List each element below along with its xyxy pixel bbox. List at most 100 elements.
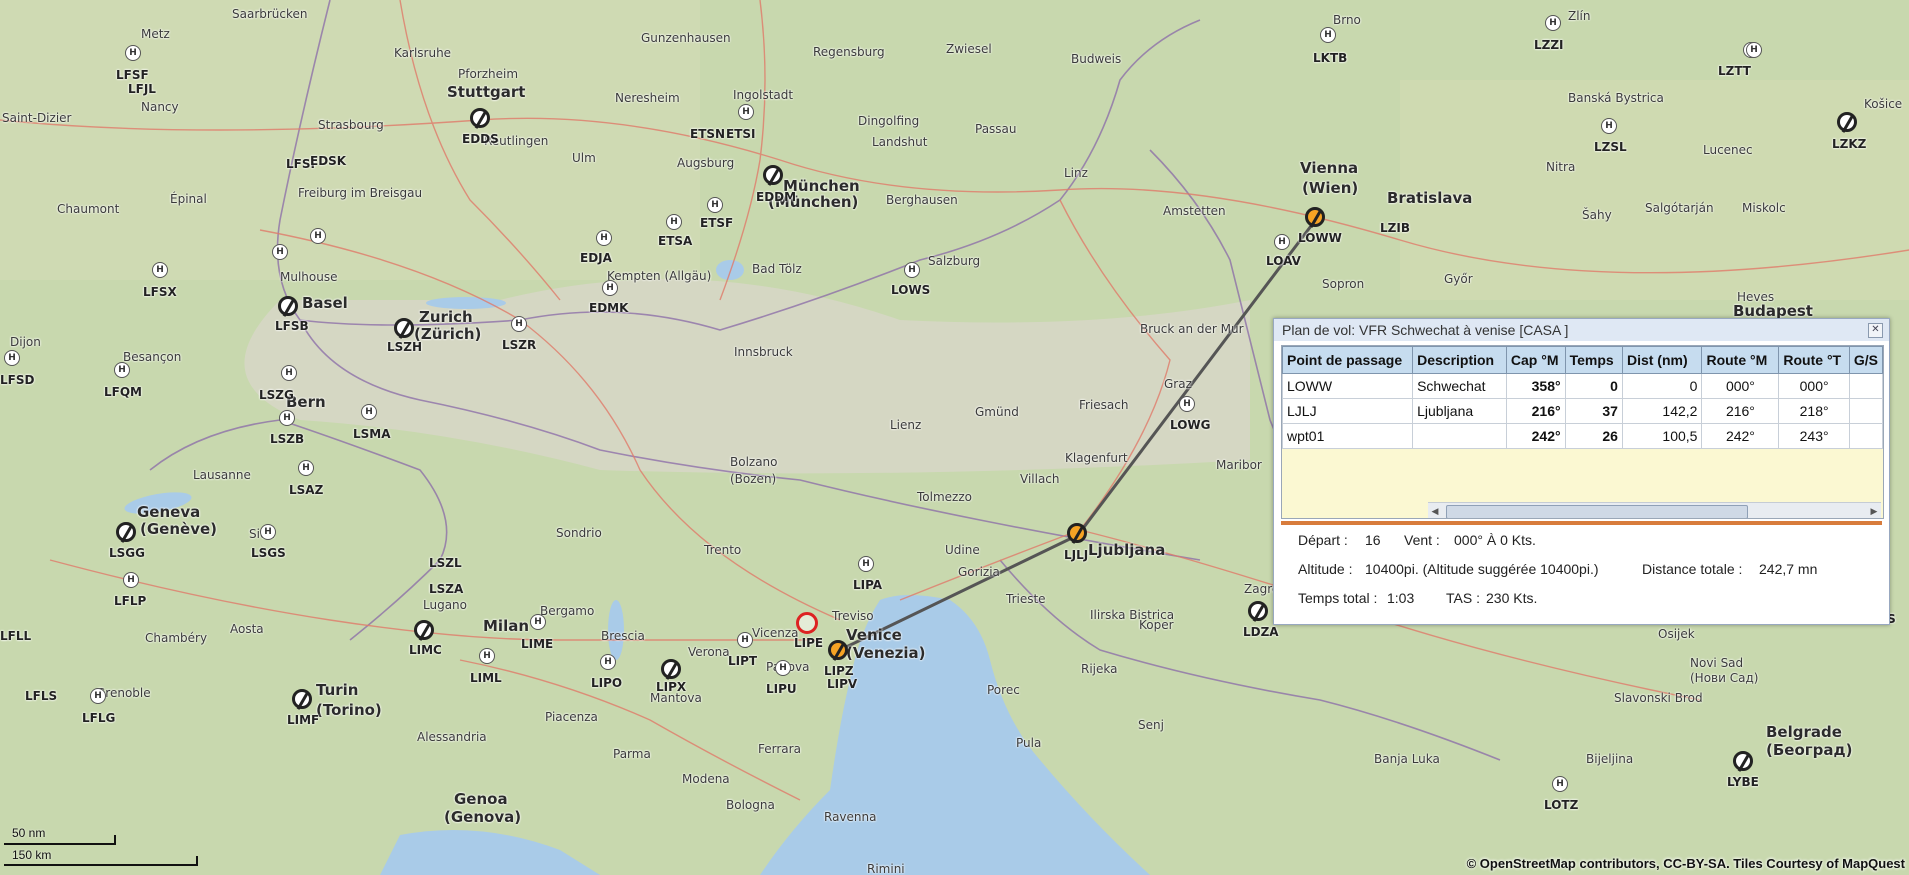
airport-code[interactable]: LIPE xyxy=(794,636,823,650)
scroll-right-icon[interactable]: ▶ xyxy=(1867,503,1881,518)
table-row[interactable]: LJLJ Ljubljana 216° 37 142,2 216° 218° xyxy=(1282,398,1883,424)
airport-code[interactable]: LYBE xyxy=(1727,775,1759,789)
airport-code[interactable]: ETSF xyxy=(700,216,733,230)
heliport-icon[interactable]: H xyxy=(114,362,130,378)
airport-code[interactable]: EDJA xyxy=(580,251,612,265)
heliport-icon[interactable]: H xyxy=(281,365,297,381)
heliport-icon[interactable]: H xyxy=(125,45,141,61)
airport-code[interactable]: LFQM xyxy=(104,385,142,399)
restricted-area-icon[interactable] xyxy=(796,612,818,634)
airport-code[interactable]: LSGG xyxy=(109,546,145,560)
airport-code[interactable]: LIPV xyxy=(827,677,857,691)
airport-code[interactable]: LIPA xyxy=(853,578,882,592)
cell-temps[interactable]: 37 xyxy=(1564,398,1623,424)
cell-description[interactable] xyxy=(1412,423,1507,449)
airport-code[interactable]: LOTZ xyxy=(1544,798,1578,812)
cell-cap[interactable]: 358° xyxy=(1505,373,1566,399)
heliport-icon[interactable]: H xyxy=(260,524,276,540)
airport-code[interactable]: LZKZ xyxy=(1832,137,1866,151)
airport-code[interactable]: LOWW xyxy=(1298,231,1342,245)
panel-title[interactable]: Plan de vol: VFR Schwechat à venise [CAS… xyxy=(1274,319,1889,341)
heliport-icon[interactable]: H xyxy=(4,350,20,366)
column-header[interactable]: Route °M xyxy=(1701,346,1780,374)
airport-code[interactable]: LSZB xyxy=(270,432,304,446)
horizontal-scrollbar[interactable]: ◀ ▶ xyxy=(1428,502,1881,518)
airport-code[interactable]: LFSD xyxy=(0,373,34,387)
cell-cap[interactable]: 242° xyxy=(1505,423,1566,449)
heliport-icon[interactable]: H xyxy=(1179,396,1195,412)
airport-code[interactable]: LFLS xyxy=(25,689,57,703)
table-row[interactable]: LOWW Schwechat 358° 0 0 000° 000° xyxy=(1282,373,1883,399)
column-header[interactable]: Temps xyxy=(1564,346,1623,374)
cell-temps[interactable]: 0 xyxy=(1564,373,1623,399)
column-header[interactable]: Description xyxy=(1412,346,1507,374)
cell-route-t[interactable]: 000° xyxy=(1778,373,1850,399)
heliport-icon[interactable]: H xyxy=(272,244,288,260)
airport-code[interactable]: LZIB xyxy=(1380,221,1410,235)
cell-route-t[interactable]: 243° xyxy=(1778,423,1850,449)
flight-plan-panel[interactable]: Plan de vol: VFR Schwechat à venise [CAS… xyxy=(1273,318,1890,625)
cell-description[interactable]: Ljubljana xyxy=(1412,398,1507,424)
active-waypoint-icon[interactable] xyxy=(1305,207,1325,227)
airport-code[interactable]: LFLG xyxy=(82,711,115,725)
airport-code[interactable]: EDSK xyxy=(310,154,346,168)
column-header[interactable]: Cap °M xyxy=(1505,346,1566,374)
airport-icon[interactable] xyxy=(414,620,434,640)
airport-code[interactable]: LFLL xyxy=(0,629,31,643)
airport-code[interactable]: LOWS xyxy=(891,283,930,297)
airport-code[interactable]: LFSB xyxy=(275,319,309,333)
cell-dist[interactable]: 100,5 xyxy=(1621,423,1703,449)
heliport-icon[interactable]: H xyxy=(511,316,527,332)
heliport-icon[interactable]: H xyxy=(152,262,168,278)
heliport-icon[interactable]: H xyxy=(775,660,791,676)
airport-code[interactable]: ETSA xyxy=(658,234,692,248)
active-waypoint-icon[interactable] xyxy=(1067,523,1087,543)
heliport-icon[interactable]: H xyxy=(602,280,618,296)
airport-code[interactable]: LSZA xyxy=(429,582,463,596)
heliport-icon[interactable]: H xyxy=(361,404,377,420)
cell-route-m[interactable]: 242° xyxy=(1701,423,1780,449)
heliport-icon[interactable]: H xyxy=(1552,776,1568,792)
heliport-icon[interactable]: H xyxy=(738,104,754,120)
airport-icon[interactable] xyxy=(1248,601,1268,621)
heliport-icon[interactable]: H xyxy=(479,648,495,664)
airport-code[interactable]: LZTT xyxy=(1718,64,1751,78)
heliport-icon[interactable]: H xyxy=(279,410,295,426)
airport-code[interactable]: LKTB xyxy=(1313,51,1347,65)
heliport-icon[interactable]: H xyxy=(298,460,314,476)
airport-code[interactable]: LSGS xyxy=(251,546,286,560)
airport-code[interactable]: LOWG xyxy=(1170,418,1211,432)
cell-point[interactable]: LOWW xyxy=(1282,373,1414,399)
heliport-icon[interactable]: H xyxy=(858,556,874,572)
airport-code[interactable]: EDDS xyxy=(462,132,499,146)
heliport-icon[interactable]: H xyxy=(123,572,139,588)
airport-icon[interactable] xyxy=(278,296,298,316)
airport-code[interactable]: EDDM xyxy=(756,190,796,204)
airport-code[interactable]: ETSN xyxy=(690,127,725,141)
close-icon[interactable]: ✕ xyxy=(1868,323,1883,338)
airport-code[interactable]: LIML xyxy=(470,671,502,685)
cell-point[interactable]: wpt01 xyxy=(1282,423,1414,449)
airport-code[interactable]: LIMC xyxy=(409,643,442,657)
table-row[interactable]: wpt01 242° 26 100,5 242° 243° xyxy=(1282,423,1883,449)
airport-icon[interactable] xyxy=(1733,751,1753,771)
airport-icon[interactable] xyxy=(470,108,490,128)
heliport-icon[interactable]: H xyxy=(530,614,546,630)
airport-icon[interactable] xyxy=(1837,112,1857,132)
airport-code[interactable]: LFJL xyxy=(128,82,156,96)
airport-code[interactable]: LSMA xyxy=(353,427,391,441)
heliport-icon[interactable]: H xyxy=(600,654,616,670)
heliport-icon[interactable]: H xyxy=(737,632,753,648)
airport-icon[interactable] xyxy=(116,522,136,542)
airport-code[interactable]: LSZL xyxy=(429,556,462,570)
airport-code[interactable]: LIPU xyxy=(766,682,797,696)
airport-icon[interactable] xyxy=(661,659,681,679)
heliport-icon[interactable]: H xyxy=(90,688,106,704)
heliport-icon[interactable]: H xyxy=(1545,15,1561,31)
scrollbar-thumb[interactable] xyxy=(1446,505,1748,518)
airport-code[interactable]: EDMK xyxy=(589,301,628,315)
waypoint-grid[interactable]: Point de passage Description Cap °M Temp… xyxy=(1281,345,1884,519)
cell-cap[interactable]: 216° xyxy=(1505,398,1566,424)
airport-code[interactable]: LSZR xyxy=(502,338,536,352)
heliport-icon[interactable]: H xyxy=(596,230,612,246)
